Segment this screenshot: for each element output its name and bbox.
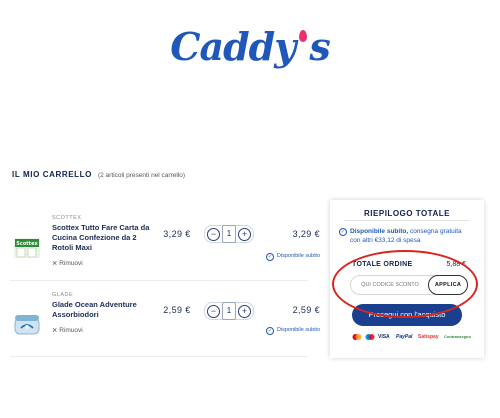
close-icon: × xyxy=(52,258,58,268)
order-total-label: TOTALE ORDINE xyxy=(352,261,413,268)
check-icon: ✓ xyxy=(339,228,347,236)
availability-status: ✓ Disponibile subito xyxy=(248,327,320,335)
product-image[interactable] xyxy=(12,308,42,338)
line-total: 2,59 € xyxy=(292,305,320,315)
cart-item-count: (2 articoli presenti nel carrello) xyxy=(97,172,186,179)
quantity-stepper: − 1 + xyxy=(204,302,254,320)
quantity-input[interactable]: 1 xyxy=(222,302,236,320)
paypal-icon: PayPal xyxy=(396,334,413,340)
minus-button[interactable]: − xyxy=(207,228,220,241)
cart-heading: IL MIO CARRELLO (2 articoli presenti nel … xyxy=(12,170,185,179)
availability-bold: Disponibile subito, xyxy=(350,228,409,235)
summary-availability: ✓ Disponibile subito, consegna gratuita … xyxy=(339,227,466,245)
close-icon: × xyxy=(52,325,58,335)
cash-on-delivery-icon: Contrassegno xyxy=(444,334,471,339)
checkout-button[interactable]: Prosegui con l'acquisto xyxy=(352,304,462,326)
maestro-icon xyxy=(365,334,375,340)
line-total: 3,29 € xyxy=(292,229,320,239)
plus-button[interactable]: + xyxy=(238,305,251,318)
order-total-value: 5,88 € xyxy=(446,261,466,268)
plus-button[interactable]: + xyxy=(238,228,251,241)
product-brand: SCOTTEX xyxy=(52,215,82,221)
apply-coupon-button[interactable]: APPLICA xyxy=(428,275,468,295)
visa-icon: VISA xyxy=(378,334,390,340)
remove-button[interactable]: × Rimuovi xyxy=(52,258,83,268)
check-icon: ✓ xyxy=(265,253,274,261)
mastercard-icon xyxy=(352,334,362,340)
svg-text:Scottex: Scottex xyxy=(16,241,38,247)
logo-suffix: s xyxy=(309,24,330,69)
summary-title: RIEPILOGO TOTALE xyxy=(364,209,450,218)
quantity-stepper: − 1 + xyxy=(204,225,254,243)
remove-label: Rimuovi xyxy=(59,260,83,267)
product-brand: GLADE xyxy=(52,292,74,298)
availability-label: Disponibile subito xyxy=(276,253,320,259)
unit-price: 3,29 € xyxy=(163,229,191,239)
availability-label: Disponibile subito xyxy=(276,327,320,333)
cart-title: IL MIO CARRELLO xyxy=(12,170,92,179)
remove-button[interactable]: × Rimuovi xyxy=(52,325,83,335)
product-name[interactable]: Scottex Tutto Fare Carta da Cucina Confe… xyxy=(52,223,154,253)
order-summary: RIEPILOGO TOTALE ✓ Disponibile subito, c… xyxy=(330,200,484,358)
cart-row: Scottex SCOTTEX Scottex Tutto Fare Carta… xyxy=(10,210,320,281)
coupon-form: APPLICA xyxy=(350,275,468,295)
minus-button[interactable]: − xyxy=(207,305,220,318)
unit-price: 2,59 € xyxy=(163,305,191,315)
caddys-logo[interactable]: Caddy s xyxy=(0,24,500,69)
product-name[interactable]: Glade Ocean Adventure Assorbiodori xyxy=(52,300,154,320)
divider xyxy=(344,220,470,221)
logo-text: Caddy xyxy=(170,24,296,69)
satispay-icon: Satispay xyxy=(418,334,439,340)
availability-status: ✓ Disponibile subito xyxy=(248,253,320,261)
payment-methods: VISA PayPal Satispay Contrassegno xyxy=(352,333,471,343)
cart-row: GLADE Glade Ocean Adventure Assorbiodori… xyxy=(10,284,320,357)
coupon-input[interactable] xyxy=(355,278,425,292)
product-image[interactable]: Scottex xyxy=(12,232,42,262)
quantity-input[interactable]: 1 xyxy=(222,225,236,243)
logo-drop-icon xyxy=(299,30,308,42)
check-icon: ✓ xyxy=(265,327,274,335)
remove-label: Rimuovi xyxy=(59,327,83,334)
